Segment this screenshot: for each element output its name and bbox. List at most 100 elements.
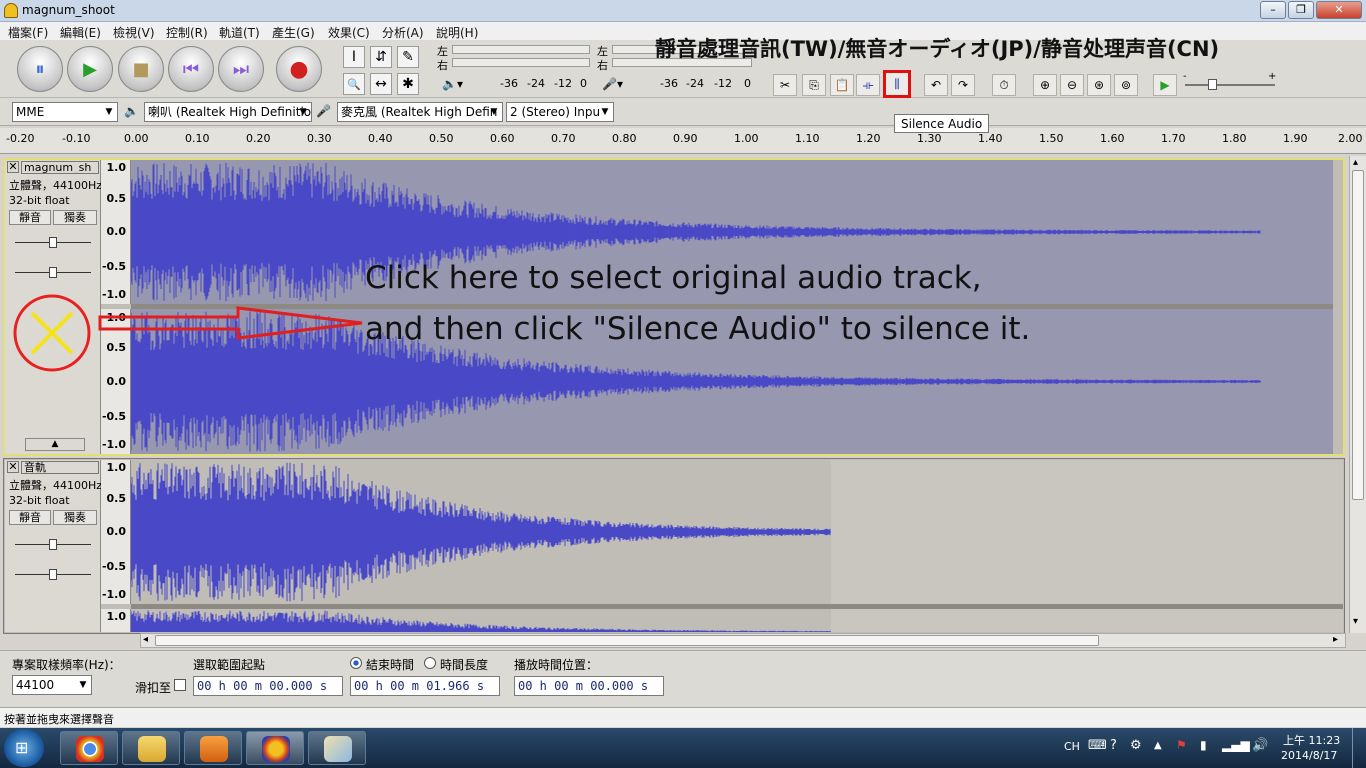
track-2-control-panel[interactable]: ✕ 音軌 立體聲，44100Hz 32-bit float 靜音 獨奏: [5, 460, 102, 632]
show-desktop-button[interactable]: [1352, 728, 1366, 768]
output-device-select[interactable]: 喇叭 (Realtek High Definitio ▼: [144, 102, 312, 122]
track-1-pan-thumb[interactable]: [49, 267, 57, 278]
volume-icon[interactable]: 🔊: [1252, 738, 1268, 753]
track-2-name-menu[interactable]: 音軌: [21, 461, 99, 474]
copy-button[interactable]: ⎘: [802, 74, 826, 96]
menu-file[interactable]: 檔案(F): [8, 24, 48, 41]
pause-button[interactable]: ⏸: [17, 46, 63, 92]
scroll-left-icon[interactable]: ◂: [143, 634, 148, 645]
track-2-solo-button[interactable]: 獨奏: [53, 510, 97, 525]
record-button[interactable]: ●: [276, 46, 322, 92]
fit-project-button[interactable]: ⊚: [1114, 74, 1138, 96]
track-1-solo-button[interactable]: 獨奏: [53, 210, 97, 225]
taskbar-media-player[interactable]: [184, 731, 242, 765]
envelope-tool[interactable]: ⇵: [370, 46, 392, 68]
start-button[interactable]: ⊞: [4, 729, 44, 767]
play-speed-slider[interactable]: [1185, 84, 1275, 86]
tray-time[interactable]: 上午 11:23: [1283, 732, 1340, 748]
selection-tool[interactable]: I: [343, 46, 365, 68]
paste-button[interactable]: 📋: [830, 74, 854, 96]
track-2-right-waveform[interactable]: [131, 609, 831, 632]
multi-tool[interactable]: ✱: [397, 73, 419, 95]
vertical-scrollbar[interactable]: ▴ ▾: [1349, 156, 1366, 633]
track-2-left-waveform[interactable]: [131, 460, 831, 604]
maximize-button[interactable]: ❐: [1288, 1, 1314, 19]
keyboard-icon[interactable]: ⌨: [1088, 738, 1107, 753]
fit-selection-button[interactable]: ⊛: [1087, 74, 1111, 96]
input-channels-select[interactable]: 2 (Stereo) Inpu ▼: [506, 102, 614, 122]
taskbar-chrome[interactable]: [60, 731, 118, 765]
menu-generate[interactable]: 產生(G): [272, 24, 315, 41]
stop-button[interactable]: ■: [118, 46, 164, 92]
snap-to-checkbox[interactable]: [174, 679, 186, 691]
track-2-pan-thumb[interactable]: [49, 569, 57, 580]
track-2-gain-thumb[interactable]: [49, 539, 57, 550]
menu-help[interactable]: 說明(H): [436, 24, 478, 41]
taskbar-audacity[interactable]: [246, 731, 304, 765]
track-1-mute-button[interactable]: 靜音: [9, 210, 51, 225]
sync-lock-button[interactable]: ⏱: [992, 74, 1016, 96]
play-speed-thumb[interactable]: [1208, 79, 1217, 90]
selection-end-time[interactable]: 00 h 00 m 01.966 s: [350, 676, 500, 696]
settings-icon[interactable]: ⚙: [1130, 738, 1142, 753]
vertical-scroll-thumb[interactable]: [1352, 170, 1364, 500]
end-time-radio[interactable]: [350, 657, 362, 669]
zoom-in-button[interactable]: ⊕: [1033, 74, 1057, 96]
menu-control[interactable]: 控制(R): [166, 24, 208, 41]
network-icon[interactable]: ▂▄▆: [1222, 738, 1250, 752]
undo-button[interactable]: ↶: [924, 74, 948, 96]
play-meter-right[interactable]: [452, 58, 590, 67]
power-icon[interactable]: ▮: [1200, 738, 1207, 752]
draw-tool[interactable]: ✎: [397, 46, 419, 68]
cut-button[interactable]: ✂: [773, 74, 797, 96]
audio-host-select[interactable]: MME ▼: [12, 102, 118, 122]
collapse-track-button[interactable]: ▲: [25, 438, 85, 451]
horizontal-scrollbar[interactable]: ◂ ▸: [140, 633, 1346, 648]
scroll-down-icon[interactable]: ▾: [1353, 616, 1358, 627]
scroll-right-icon[interactable]: ▸: [1333, 634, 1338, 645]
length-radio[interactable]: [424, 657, 436, 669]
track-close-icon[interactable]: ✕: [7, 161, 19, 173]
horizontal-scroll-thumb[interactable]: [155, 635, 1099, 646]
audio-position-time[interactable]: 00 h 00 m 00.000 s: [514, 676, 664, 696]
tray-expand-icon[interactable]: ▲: [1154, 740, 1162, 751]
taskbar-paint[interactable]: [308, 731, 366, 765]
menu-view[interactable]: 檢視(V): [113, 24, 155, 41]
help-icon[interactable]: ?: [1110, 738, 1117, 753]
silence-audio-button[interactable]: ⫼: [883, 70, 911, 98]
menu-tracks[interactable]: 軌道(T): [219, 24, 260, 41]
action-center-icon[interactable]: ⚑: [1176, 738, 1187, 752]
track-1-gain-thumb[interactable]: [49, 237, 57, 248]
skip-to-end-button[interactable]: ⏭: [218, 46, 264, 92]
minimize-button[interactable]: –: [1260, 1, 1286, 19]
input-language[interactable]: CH: [1064, 740, 1080, 753]
track-2-mute-button[interactable]: 靜音: [9, 510, 51, 525]
paint-icon: [324, 736, 352, 762]
microphone-meter-icon[interactable]: 🎤▾: [602, 77, 623, 91]
play-button[interactable]: ▶: [67, 46, 113, 92]
track-1-name-menu[interactable]: magnum_sh: [21, 161, 99, 174]
tray-date[interactable]: 2014/8/17: [1281, 749, 1337, 762]
play-at-speed-button[interactable]: ▶: [1153, 74, 1177, 96]
speaker-meter-icon[interactable]: 🔈▾: [442, 77, 463, 91]
menu-effect[interactable]: 效果(C): [328, 24, 370, 41]
zoom-out-button[interactable]: ⊖: [1060, 74, 1084, 96]
time-shift-tool[interactable]: ↔: [370, 73, 392, 95]
trim-audio-button[interactable]: ⟛: [856, 74, 880, 96]
zoom-tool[interactable]: 🔍: [343, 73, 365, 95]
scroll-up-icon[interactable]: ▴: [1353, 157, 1358, 168]
menu-edit[interactable]: 編輯(E): [60, 24, 101, 41]
track-close-icon[interactable]: ✕: [7, 461, 19, 473]
redo-button[interactable]: ↷: [951, 74, 975, 96]
timeline-ruler[interactable]: -0.20 -0.10 0.00 0.10 0.20 0.30 0.40 0.5…: [0, 128, 1366, 154]
selection-start-time[interactable]: 00 h 00 m 00.000 s: [193, 676, 343, 696]
skip-to-start-button[interactable]: ⏮: [168, 46, 214, 92]
input-device-select[interactable]: 麥克風 (Realtek High Defin ▼: [337, 102, 503, 122]
ruler-tick-label: 0.50: [429, 132, 454, 145]
taskbar-explorer[interactable]: [122, 731, 180, 765]
play-meter-left[interactable]: [452, 45, 590, 54]
project-rate-select[interactable]: 44100 ▼: [12, 675, 92, 695]
track-1-control-panel[interactable]: ✕ magnum_sh 立體聲，44100Hz 32-bit float 靜音 …: [5, 160, 102, 454]
menu-analyze[interactable]: 分析(A): [382, 24, 424, 41]
close-button[interactable]: ✕: [1316, 1, 1362, 19]
